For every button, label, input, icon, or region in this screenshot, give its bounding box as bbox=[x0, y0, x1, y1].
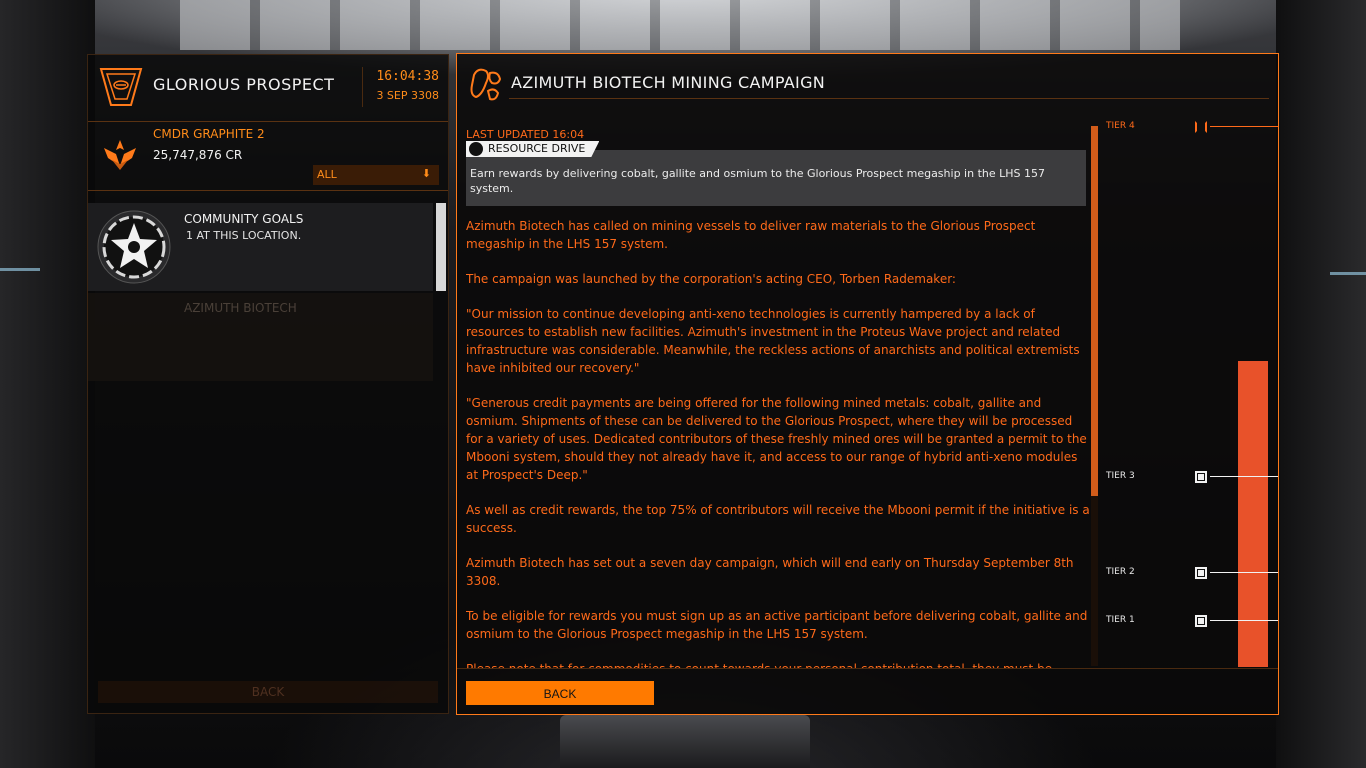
hangar-floor-platform bbox=[560, 715, 810, 768]
community-goals-title: COMMUNITY GOALS bbox=[184, 212, 304, 226]
commander-credits: 25,747,876 CR bbox=[153, 148, 243, 162]
clock: 16:04:38 3 SEP 3308 bbox=[362, 67, 445, 107]
station-header: GLORIOUS PROSPECT 16:04:38 3 SEP 3308 bbox=[88, 55, 448, 122]
tier-2-marker-icon bbox=[1195, 567, 1207, 579]
hangar-wall-right bbox=[1276, 0, 1366, 768]
goal-type-badge: RESOURCE DRIVE bbox=[466, 141, 599, 157]
description-paragraph: Azimuth Biotech has called on mining ves… bbox=[466, 219, 1036, 251]
megaship-icon bbox=[99, 68, 143, 106]
goal-type-label: RESOURCE DRIVE bbox=[488, 142, 586, 155]
game-date: 3 SEP 3308 bbox=[376, 89, 439, 102]
faded-list-item: AZIMUTH BIOTECH bbox=[88, 293, 433, 381]
list-scrollbar[interactable] bbox=[436, 203, 446, 291]
wall-light-stripe bbox=[0, 268, 40, 271]
last-updated: LAST UPDATED 16:04 bbox=[466, 128, 585, 141]
footer-divider bbox=[457, 668, 1278, 669]
goal-progress-bar bbox=[1238, 361, 1268, 667]
filter-label: ALL bbox=[317, 168, 337, 181]
description-paragraph: To be eligible for rewards you must sign… bbox=[466, 609, 1088, 641]
description-paragraph: As well as credit rewards, the top 75% o… bbox=[466, 503, 1090, 535]
faded-list-item-label: AZIMUTH BIOTECH bbox=[184, 301, 297, 315]
mining-ore-icon bbox=[470, 68, 502, 101]
header-divider bbox=[509, 98, 1269, 99]
description-paragraph: The campaign was launched by the corpora… bbox=[466, 272, 956, 286]
tier-1-marker-icon bbox=[1195, 615, 1207, 627]
tier-4-line bbox=[1210, 126, 1278, 127]
description-paragraph: "Our mission to continue developing anti… bbox=[466, 307, 1080, 375]
hangar-ceiling-lights bbox=[180, 0, 1180, 50]
community-goals-item[interactable]: COMMUNITY GOALS 1 AT THIS LOCATION. bbox=[88, 203, 433, 291]
tier-4-label: TIER 4 bbox=[1106, 121, 1135, 131]
goal-description[interactable]: Azimuth Biotech has called on mining ves… bbox=[466, 217, 1090, 668]
tier-1-label: TIER 1 bbox=[1106, 615, 1135, 625]
resource-drive-icon bbox=[469, 142, 483, 156]
description-paragraph: "Generous credit payments are being offe… bbox=[466, 396, 1087, 482]
tier-3-label: TIER 3 bbox=[1106, 471, 1135, 481]
game-time: 16:04:38 bbox=[376, 69, 439, 84]
community-goals-count: 1 AT THIS LOCATION. bbox=[186, 229, 302, 242]
goal-summary: Earn rewards by delivering cobalt, galli… bbox=[470, 167, 1045, 195]
description-paragraph: Please note that for commodities to coun… bbox=[466, 660, 1090, 668]
community-goals-icon bbox=[97, 210, 171, 284]
description-paragraph: Azimuth Biotech has set out a seven day … bbox=[466, 556, 1074, 588]
tier-4-marker-icon bbox=[1195, 121, 1207, 133]
rank-insignia-icon bbox=[104, 140, 136, 170]
tier-2-line bbox=[1210, 572, 1278, 573]
chevron-down-icon: ⬇ bbox=[421, 167, 431, 180]
goal-title: AZIMUTH BIOTECH MINING CAMPAIGN bbox=[511, 73, 826, 92]
hangar-wall-left bbox=[0, 0, 95, 768]
left-back-label: BACK bbox=[251, 685, 285, 699]
goal-summary-box: Earn rewards by delivering cobalt, galli… bbox=[466, 150, 1086, 206]
tier-3-marker-icon bbox=[1195, 471, 1207, 483]
tier-3-line bbox=[1210, 476, 1278, 477]
tier-1-line bbox=[1210, 620, 1278, 621]
commander-info: CMDR GRAPHITE 2 25,747,876 CR ALL ⬇ bbox=[88, 122, 448, 191]
community-goal-detail-panel: AZIMUTH BIOTECH MINING CAMPAIGN Earn rew… bbox=[456, 53, 1279, 715]
station-name: GLORIOUS PROSPECT bbox=[153, 75, 335, 94]
back-button[interactable]: BACK bbox=[466, 681, 654, 705]
description-scrollbar[interactable] bbox=[1091, 126, 1098, 666]
left-back-button: BACK bbox=[98, 681, 438, 703]
commander-name: CMDR GRAPHITE 2 bbox=[153, 127, 265, 141]
station-services-panel: GLORIOUS PROSPECT 16:04:38 3 SEP 3308 CM… bbox=[87, 54, 449, 714]
wall-light-stripe bbox=[1330, 272, 1366, 275]
filter-dropdown[interactable]: ALL ⬇ bbox=[313, 165, 439, 185]
scrollbar-thumb[interactable] bbox=[1091, 126, 1098, 496]
tier-2-label: TIER 2 bbox=[1106, 567, 1135, 577]
